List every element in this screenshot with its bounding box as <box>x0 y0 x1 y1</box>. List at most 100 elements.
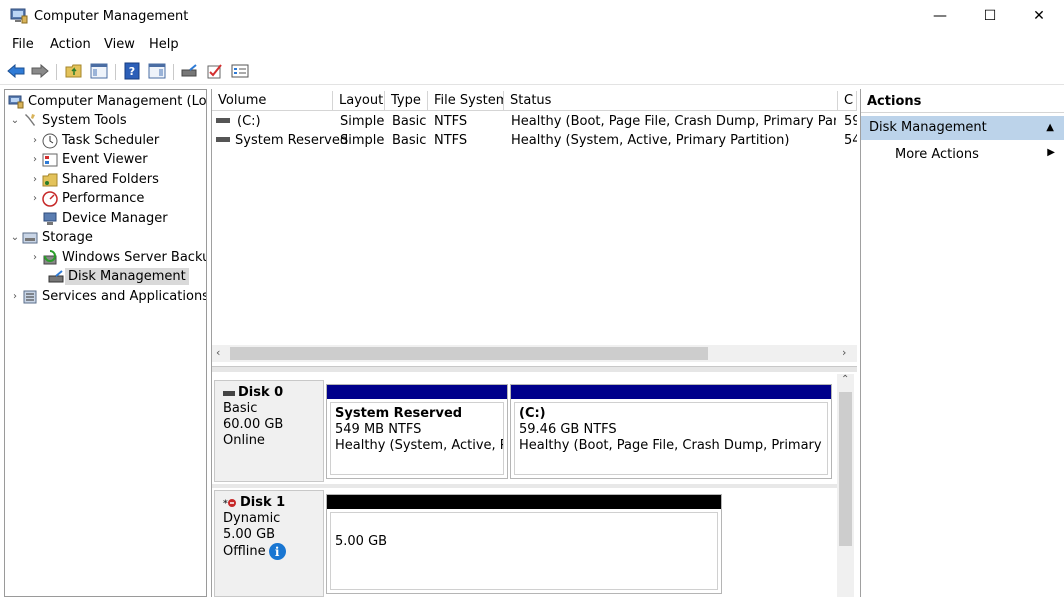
column-header-type[interactable]: Type <box>385 91 428 111</box>
chevron-right-icon[interactable]: › <box>29 135 41 146</box>
column-header-status[interactable]: Status <box>504 91 838 111</box>
horizontal-scrollbar[interactable]: ‹ › <box>212 345 857 362</box>
connect-disk-button[interactable] <box>180 62 200 80</box>
tree-node-task-scheduler[interactable]: › Task Scheduler <box>29 131 159 150</box>
menu-help[interactable]: Help <box>149 37 179 52</box>
close-button[interactable]: ✕ <box>1016 0 1062 32</box>
back-button[interactable] <box>6 62 26 80</box>
unallocated-bar <box>327 495 721 509</box>
column-header-capacity[interactable]: C <box>838 91 857 111</box>
info-icon[interactable]: i <box>268 543 286 560</box>
back-arrow-icon <box>7 64 25 78</box>
disk-icon <box>223 390 235 396</box>
partition-status: Healthy (Boot, Page File, Crash Dump, Pr… <box>519 438 827 453</box>
primary-partition-bar <box>327 385 507 399</box>
collapse-up-icon[interactable]: ▲ <box>1046 116 1054 140</box>
center-pane: Volume Layout Type File System Status C … <box>211 89 857 597</box>
up-one-level-button[interactable] <box>64 62 84 80</box>
toolbar-separator <box>115 64 116 80</box>
tree-label: Shared Folders <box>62 172 159 187</box>
partition-system-reserved[interactable]: System Reserved 549 MB NTFS Healthy (Sys… <box>326 384 508 479</box>
vertical-scrollbar[interactable]: ⌃ <box>837 374 854 597</box>
toolbar: ? <box>0 57 1064 85</box>
help-book-icon: ? <box>124 62 140 80</box>
column-header-file-system[interactable]: File System <box>428 91 504 111</box>
chevron-right-icon[interactable]: › <box>9 291 21 302</box>
computer-management-icon <box>7 94 24 110</box>
tree-label: Storage <box>42 230 93 245</box>
tree-node-event-viewer[interactable]: › Event Viewer <box>29 150 148 169</box>
partition-c-drive[interactable]: (C:) 59.46 GB NTFS Healthy (Boot, Page F… <box>510 384 832 479</box>
disk-key-icon <box>181 64 197 77</box>
volume-icon <box>216 137 230 142</box>
menu-bar: File Action View Help <box>0 34 1064 56</box>
tree-label: Event Viewer <box>62 152 148 167</box>
checklist-button[interactable] <box>205 62 225 80</box>
tree-node-shared-folders[interactable]: › Shared Folders <box>29 170 159 189</box>
volume-name: (C:) <box>237 114 261 129</box>
partition-size: 5.00 GB <box>335 534 388 549</box>
volume-capacity: 59 <box>844 114 857 129</box>
clock-icon <box>41 133 58 149</box>
actions-pane: Actions Disk Management ▲ More Actions ▶ <box>860 89 1064 597</box>
tree-node-system-tools[interactable]: ⌄ System Tools <box>9 111 127 130</box>
disk-type: Dynamic <box>223 511 281 526</box>
show-hide-action-pane-button[interactable] <box>147 62 167 80</box>
tree-node-services-applications[interactable]: › Services and Applications <box>9 287 206 306</box>
column-header-volume[interactable]: Volume <box>212 91 333 111</box>
pane-splitter[interactable] <box>212 366 857 372</box>
scrollbar-thumb[interactable] <box>839 392 852 546</box>
properties-icon <box>231 64 249 78</box>
offline-disk-icon: * <box>223 498 237 508</box>
disk-0-name-row: Disk 0 <box>223 385 315 401</box>
forward-button[interactable] <box>30 62 50 80</box>
actions-section-label: Disk Management <box>869 120 987 135</box>
tree-node-performance[interactable]: › Performance <box>29 189 144 208</box>
more-actions-item[interactable]: More Actions ▶ <box>895 147 1055 162</box>
scrollbar-thumb[interactable] <box>230 347 708 360</box>
tree-node-root[interactable]: Computer Management (Local <box>7 92 206 111</box>
chevron-down-icon[interactable]: ⌄ <box>9 232 21 243</box>
volume-row[interactable]: System Reserved Simple Basic NTFS Health… <box>212 132 857 151</box>
disk-1-label[interactable]: * Disk 1 Dynamic 5.00 GB Offline i <box>214 490 324 597</box>
svg-text:?: ? <box>129 65 135 78</box>
volume-capacity: 54 <box>844 133 857 148</box>
disk-management-icon <box>47 269 64 285</box>
chevron-right-icon[interactable]: › <box>29 174 41 185</box>
properties-button[interactable] <box>230 62 250 80</box>
chevron-right-icon[interactable]: › <box>29 252 41 263</box>
menu-view[interactable]: View <box>104 37 135 52</box>
partition-details: (C:) 59.46 GB NTFS Healthy (Boot, Page F… <box>514 402 828 475</box>
performance-icon <box>41 190 58 207</box>
maximize-button[interactable]: ☐ <box>967 0 1013 32</box>
maximize-icon: ☐ <box>983 8 997 24</box>
storage-icon <box>21 230 38 246</box>
scroll-left-icon[interactable]: ‹ <box>216 346 220 359</box>
tree-label: Task Scheduler <box>62 133 160 148</box>
console-tree: Computer Management (Local ⌄ System Tool… <box>4 89 207 597</box>
disk-state: Offline <box>223 543 266 559</box>
tree-node-device-manager[interactable]: Device Manager <box>41 209 168 228</box>
chevron-right-icon[interactable]: › <box>29 193 41 204</box>
window-title: Computer Management <box>34 9 189 24</box>
disk-0-label[interactable]: Disk 0 Basic 60.00 GB Online <box>214 380 324 482</box>
volume-row[interactable]: (C:) Simple Basic NTFS Healthy (Boot, Pa… <box>212 113 857 132</box>
chevron-down-icon[interactable]: ⌄ <box>9 115 21 126</box>
help-button[interactable]: ? <box>122 62 142 80</box>
actions-section-disk-management[interactable]: Disk Management ▲ <box>861 116 1064 140</box>
tree-node-storage[interactable]: ⌄ Storage <box>9 228 93 247</box>
column-header-layout[interactable]: Layout <box>333 91 385 111</box>
disk-graphical-view: Disk 0 Basic 60.00 GB Online System Rese… <box>212 374 857 597</box>
show-hide-console-tree-button[interactable] <box>89 62 109 80</box>
tree-node-windows-server-backup[interactable]: › Windows Server Backup <box>29 248 206 267</box>
minimize-button[interactable]: — <box>917 0 963 32</box>
tree-node-disk-management[interactable]: Disk Management <box>47 267 189 286</box>
disk-1-name-row: * Disk 1 <box>223 495 315 511</box>
menu-file[interactable]: File <box>12 37 34 52</box>
partition-unallocated[interactable]: 5.00 GB <box>326 494 722 594</box>
menu-action[interactable]: Action <box>50 37 91 52</box>
scroll-up-icon[interactable]: ⌃ <box>841 374 849 385</box>
svg-text:*: * <box>223 499 228 508</box>
scroll-right-icon[interactable]: › <box>842 346 846 359</box>
chevron-right-icon[interactable]: › <box>29 154 41 165</box>
